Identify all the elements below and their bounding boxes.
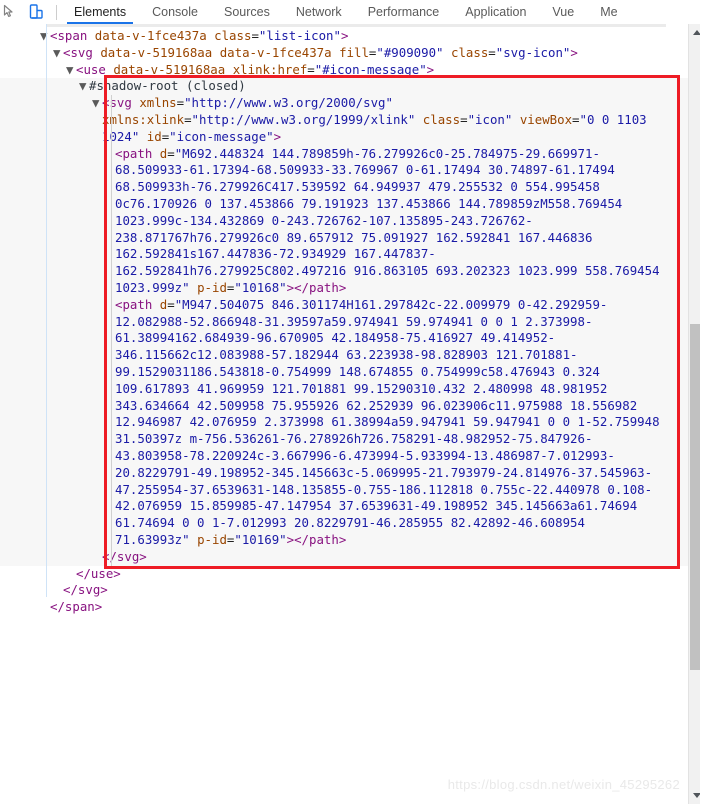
dom-tree-line[interactable]: </use> <box>0 566 690 583</box>
tab-sources-label: Sources <box>224 5 270 19</box>
tab-vue-label: Vue <box>552 5 574 19</box>
blog-watermark: https://blog.csdn.net/weixin_45295262 <box>448 777 680 792</box>
dom-tree-line[interactable]: </svg> <box>0 582 690 599</box>
window-right-edge <box>700 0 704 804</box>
dom-tree-line-text: <path d="M947.504075 846.301174H161.2978… <box>115 297 664 549</box>
dom-tree-line-text: </svg> <box>102 549 664 566</box>
line-spacer <box>40 599 50 616</box>
dom-tree-line[interactable]: ▼#shadow-root (closed) <box>0 78 690 95</box>
dom-tree-line-text: <svg data-v-519168aa data-v-1fce437a fil… <box>63 45 664 62</box>
tab-network[interactable]: Network <box>283 0 355 24</box>
dom-tree-line-text: <span data-v-1fce437a class="list-icon"> <box>50 28 664 45</box>
disclosure-triangle-icon[interactable]: ▼ <box>53 45 63 62</box>
devtools-toolbar: Elements Console Sources Network Perform… <box>0 0 704 24</box>
dom-tree-line[interactable]: ▼<span data-v-1fce437a class="list-icon"… <box>0 28 690 45</box>
tab-performance[interactable]: Performance <box>355 0 453 24</box>
dom-tree-line-text: <use data-v-519168aa xlink:href="#icon-m… <box>76 62 664 79</box>
dom-tree-line-text: <path d="M692.448324 144.789859h-76.2799… <box>115 146 664 297</box>
dom-tree-line-text: <svg xmlns="http://www.w3.org/2000/svg" … <box>102 95 664 145</box>
dom-tree-line[interactable]: <path d="M947.504075 846.301174H161.2978… <box>0 297 690 549</box>
line-spacer <box>66 566 76 583</box>
dom-tree-line-text: #shadow-root (closed) <box>89 78 664 95</box>
device-toolbar-icon[interactable] <box>27 3 45 21</box>
clipped-previous-line <box>46 24 666 27</box>
dom-tree-pane[interactable]: ▼<span data-v-1fce437a class="list-icon"… <box>0 24 690 804</box>
tab-console-label: Console <box>152 5 198 19</box>
dom-tree-line-text: </use> <box>76 566 664 583</box>
disclosure-triangle-icon[interactable]: ▼ <box>79 78 89 95</box>
dom-tree-line-text: </svg> <box>63 582 664 599</box>
line-spacer <box>53 582 63 599</box>
dom-tree-line[interactable]: <path d="M692.448324 144.789859h-76.2799… <box>0 146 690 297</box>
tab-console[interactable]: Console <box>139 0 211 24</box>
tab-memory-label: Me <box>600 5 617 19</box>
indent-guide-line <box>111 95 112 566</box>
dom-tree-lines: ▼<span data-v-1fce437a class="list-icon"… <box>0 28 690 616</box>
devtools-panel: Elements Console Sources Network Perform… <box>0 0 704 804</box>
tab-elements-label: Elements <box>74 5 126 19</box>
tab-elements[interactable]: Elements <box>61 0 139 24</box>
tab-performance-label: Performance <box>368 5 440 19</box>
toolbar-left-controls <box>0 0 61 24</box>
inspect-element-icon[interactable] <box>2 4 18 20</box>
dom-tree-line[interactable]: </svg> <box>0 549 690 566</box>
dom-tree-line[interactable]: ▼<svg data-v-519168aa data-v-1fce437a fi… <box>0 45 690 62</box>
line-spacer <box>105 146 115 163</box>
disclosure-triangle-icon[interactable]: ▼ <box>40 28 50 45</box>
devtools-tab-strip: Elements Console Sources Network Perform… <box>61 0 631 24</box>
disclosure-triangle-icon[interactable]: ▼ <box>92 95 102 112</box>
toolbar-divider <box>56 5 57 20</box>
dom-tree-line[interactable]: ▼<use data-v-519168aa xlink:href="#icon-… <box>0 62 690 79</box>
line-spacer <box>92 549 102 566</box>
dom-tree-line[interactable]: </span> <box>0 599 690 616</box>
disclosure-triangle-icon[interactable]: ▼ <box>66 62 76 79</box>
line-spacer <box>105 297 115 314</box>
dom-tree-line-text: </span> <box>50 599 664 616</box>
tab-memory[interactable]: Me <box>587 0 630 24</box>
tab-application-label: Application <box>465 5 526 19</box>
tab-network-label: Network <box>296 5 342 19</box>
dom-tree-line[interactable]: ▼<svg xmlns="http://www.w3.org/2000/svg"… <box>0 95 690 145</box>
tab-application[interactable]: Application <box>452 0 539 24</box>
tab-sources[interactable]: Sources <box>211 0 283 24</box>
tab-vue[interactable]: Vue <box>539 0 587 24</box>
outer-indent-guide-line <box>46 24 47 597</box>
